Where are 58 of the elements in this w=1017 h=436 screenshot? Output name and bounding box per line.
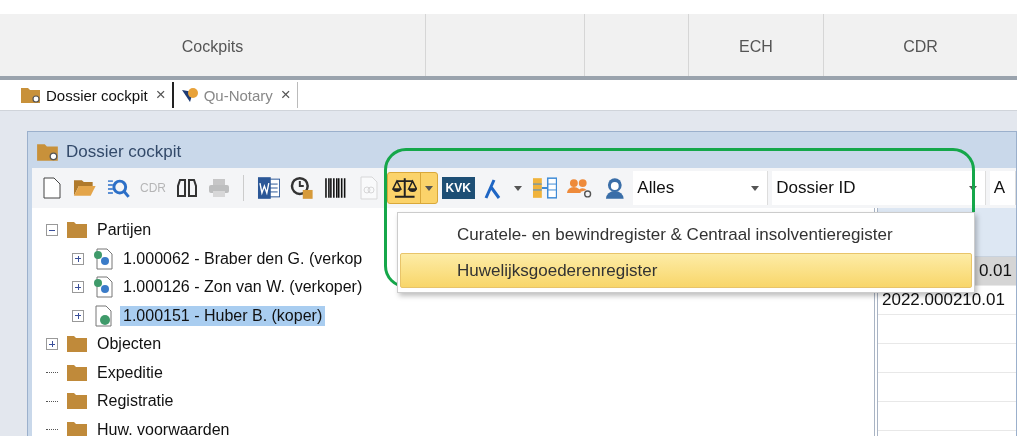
ribbon-group-label: CDR (903, 38, 938, 56)
close-tab-button[interactable]: × (280, 85, 291, 105)
window-title: Dossier cockpit (66, 142, 182, 162)
document-gear-icon (92, 276, 114, 299)
tree-item[interactable]: Expeditie (94, 362, 166, 383)
printer-icon (207, 178, 230, 198)
clock-icon (290, 176, 314, 200)
dropdown-field[interactable]: Alles (633, 171, 769, 205)
document-tab[interactable]: Qu-Notary × (173, 82, 298, 108)
lambda-icon (482, 177, 503, 199)
ribbon-group-label: Cockpits (181, 38, 244, 56)
tab-label: Dossier cockpit (46, 86, 148, 104)
menu-item[interactable]: Huwelijksgoederenregister (400, 253, 972, 288)
folder-search-icon (36, 142, 60, 162)
people-search-icon (567, 177, 593, 199)
expand-toggle-icon[interactable] (72, 309, 84, 322)
tree-item[interactable]: 1.000151 - Huber B. (koper) (120, 305, 326, 326)
tab-label: Qu-Notary (203, 86, 273, 104)
tree-item[interactable]: Huw. voorwaarden (94, 419, 233, 436)
tree-item[interactable]: Objecten (94, 334, 165, 355)
badge-button[interactable]: KVK (441, 177, 475, 199)
folder-icon (66, 363, 88, 382)
expand-toggle-icon[interactable] (72, 252, 84, 265)
document-tab[interactable]: Dossier cockpit × (14, 82, 174, 108)
folder-search-icon (20, 86, 42, 104)
document-gear-icon (92, 247, 114, 270)
logo-icon (179, 86, 200, 104)
dropdown-field[interactable]: Dossier ID (772, 171, 986, 205)
expand-toggle-icon[interactable] (46, 338, 58, 351)
barcode-icon (323, 177, 348, 199)
folder-icon (66, 335, 88, 354)
tree-item[interactable]: Partijen (94, 220, 155, 241)
expand-toggle-icon[interactable] (46, 224, 58, 237)
folder-icon (73, 178, 97, 198)
tree-item[interactable]: 1.000062 - Braber den G. (verkop (120, 248, 366, 269)
word-document-icon (256, 176, 281, 200)
ribbon-group-label: ECH (739, 38, 773, 56)
tree-item[interactable]: 1.000126 - Zon van W. (verkoper) (120, 277, 366, 298)
document-icon (43, 177, 61, 199)
columns-icon (531, 176, 558, 200)
dropdown-field[interactable]: A (989, 171, 1016, 205)
expand-toggle-icon[interactable] (72, 281, 84, 294)
folder-icon (66, 221, 88, 240)
attachment-icon (359, 176, 378, 200)
tree-item[interactable]: Registratie (94, 391, 177, 412)
caret-icon (968, 185, 977, 191)
caret-icon (513, 185, 522, 191)
scales-button[interactable] (386, 172, 438, 204)
menu-item[interactable]: Curatele- en bewindregister & Centraal insolventieregister (400, 217, 972, 252)
binoculars-icon (176, 178, 197, 198)
search-icon (106, 177, 131, 199)
close-tab-button[interactable]: × (155, 85, 166, 105)
caret-icon (751, 185, 760, 191)
folder-icon (66, 392, 88, 411)
folder-icon (66, 420, 88, 436)
caret-icon (424, 185, 433, 191)
scales-icon (391, 176, 417, 200)
document-globe-icon (92, 304, 114, 327)
